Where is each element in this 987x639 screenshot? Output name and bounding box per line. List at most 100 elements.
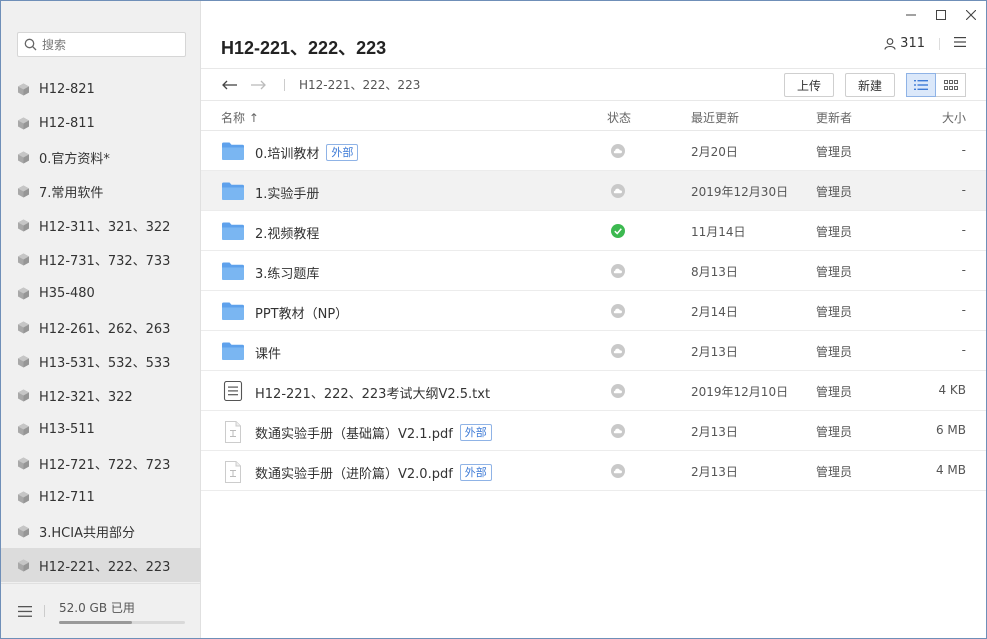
updater: 管理员 (816, 225, 853, 239)
sidebar-item[interactable]: H12-811 (1, 106, 201, 140)
sidebar-item-label: H12-731、732、733 (39, 253, 171, 269)
sidebar-item[interactable]: H12-221、222、223 (1, 548, 201, 582)
file-size: - (961, 303, 966, 317)
updated-date: 2月13日 (691, 425, 738, 439)
sidebar-item[interactable]: H12-321、322 (1, 378, 201, 412)
updated-date: 8月13日 (691, 265, 738, 279)
library-icon (17, 83, 30, 96)
sidebar: 搜索 H12-821 H12-811 0.官方资料* 7.常用软件 H12-311、32… (1, 1, 201, 638)
table-row[interactable]: PPT教材（NP） 2月14日 管理员 - (201, 291, 986, 331)
file-size: - (961, 183, 966, 197)
pdf-file-icon (221, 421, 245, 443)
maximize-icon[interactable] (926, 1, 956, 29)
sidebar-item[interactable]: H12-311、321、322 (1, 208, 201, 242)
file-size: 6 MB (935, 423, 966, 437)
table-row[interactable]: 2.视频教程 11月14日 管理员 - (201, 211, 986, 251)
table-row[interactable]: 3.练习题库 8月13日 管理员 - (201, 251, 986, 291)
cloud-icon (611, 144, 625, 158)
table-row[interactable]: 数通实验手册（进阶篇）V2.0.pdf 外部 2月13日 管理员 4 MB (201, 451, 986, 491)
person-icon (884, 37, 896, 50)
file-name: PPT教材（NP） (255, 303, 348, 322)
sidebar-item[interactable]: 0.官方资料* (1, 140, 201, 174)
sidebar-item[interactable]: H12-261、262、263 (1, 310, 201, 344)
updated-date: 2月20日 (691, 145, 738, 159)
updated-date: 2月13日 (691, 465, 738, 479)
file-name: 1.实验手册 (255, 183, 319, 202)
sidebar-item[interactable]: 3.HCIA共用部分 (1, 514, 201, 548)
file-name: 0.培训教材 外部 (255, 143, 359, 162)
breadcrumb-divider (284, 78, 285, 91)
library-icon (17, 355, 30, 368)
column-name[interactable]: 名称 ↑ (221, 109, 259, 126)
table-row[interactable]: 课件 2月13日 管理员 - (201, 331, 986, 371)
table-row[interactable]: H12-221、222、223考试大纲V2.5.txt 2019年12月10日 管理… (201, 371, 986, 411)
file-name-text: 0.培训教材 (255, 147, 320, 162)
file-name-text: 2.视频教程 (255, 227, 320, 242)
table-row[interactable]: 数通实验手册（基础篇）V2.1.pdf 外部 2月13日 管理员 6 MB (201, 411, 986, 451)
column-header: 名称 ↑ 状态 最近更新 更新者 大小 (201, 101, 986, 131)
sidebar-item-label: 7.常用软件 (39, 185, 104, 201)
column-updated[interactable]: 最近更新 (691, 109, 739, 126)
updater: 管理员 (816, 265, 853, 279)
storage-usage: 52.0 GB 已用 (59, 599, 185, 624)
window-controls (896, 1, 986, 29)
library-icon (17, 253, 30, 266)
forward-arrow-icon[interactable] (250, 77, 266, 93)
breadcrumb[interactable]: H12-221、222、223 (299, 76, 420, 93)
main-panel: H12-221、222、223 311 H12-221、222、223 上传 新… (201, 1, 986, 638)
new-button[interactable]: 新建 (844, 73, 895, 97)
file-name: 3.练习题库 (255, 263, 319, 282)
file-name: H12-221、222、223考试大纲V2.5.txt (255, 383, 490, 402)
cloud-icon (611, 424, 625, 438)
footer-divider (44, 605, 45, 617)
search-placeholder: 搜索 (42, 38, 67, 52)
table-row[interactable]: 0.培训教材 外部 2月20日 管理员 - (201, 131, 986, 171)
grid-view-icon[interactable] (936, 73, 966, 97)
sidebar-item[interactable]: H35-480 (1, 276, 201, 310)
list-view-icon[interactable] (906, 73, 936, 97)
member-count: 311 (900, 36, 925, 51)
file-size: - (961, 263, 966, 277)
cloud-icon (611, 464, 625, 478)
sidebar-item[interactable]: 7.常用软件 (1, 174, 201, 208)
search-input[interactable]: 搜索 (17, 32, 186, 57)
sidebar-item[interactable]: H12-721、722、723 (1, 446, 201, 480)
storage-bar (59, 620, 185, 624)
header-actions: 311 (884, 36, 966, 51)
sidebar-item-label: H12-261、262、263 (39, 321, 171, 337)
column-size[interactable]: 大小 (942, 109, 966, 126)
file-name: 2.视频教程 (255, 223, 319, 242)
sidebar-item[interactable]: H13-511 (1, 412, 201, 446)
file-name: 课件 (255, 343, 281, 362)
members-button[interactable]: 311 (884, 36, 925, 51)
close-icon[interactable] (956, 1, 986, 29)
updater: 管理员 (816, 465, 853, 479)
folder-icon (221, 341, 245, 361)
library-icon (17, 423, 30, 436)
updater: 管理员 (816, 425, 853, 439)
library-icon (17, 151, 30, 164)
sidebar-item[interactable]: H13-531、532、533 (1, 344, 201, 378)
file-size: - (961, 343, 966, 357)
sidebar-item-label: H35-480 (39, 285, 95, 301)
column-updater[interactable]: 更新者 (816, 109, 852, 126)
updater: 管理员 (816, 385, 853, 399)
upload-button[interactable]: 上传 (783, 73, 834, 97)
menu-icon[interactable] (18, 605, 34, 617)
file-list: 0.培训教材 外部 2月20日 管理员 -1.实验手册 2019年12月30日 管理员 -2.… (201, 131, 986, 491)
updater: 管理员 (816, 145, 853, 159)
file-name-text: 数通实验手册（进阶篇）V2.0.pdf (255, 467, 453, 482)
table-row[interactable]: 1.实验手册 2019年12月30日 管理员 - (201, 171, 986, 211)
back-arrow-icon[interactable] (221, 77, 237, 93)
column-status[interactable]: 状态 (607, 109, 631, 126)
header-divider (939, 37, 940, 50)
sidebar-item-label: H12-811 (39, 115, 95, 131)
more-menu-icon[interactable] (954, 36, 966, 51)
sidebar-item[interactable]: H12-711 (1, 480, 201, 514)
sidebar-item[interactable]: H12-821 (1, 72, 201, 106)
file-name: 数通实验手册（基础篇）V2.1.pdf 外部 (255, 423, 492, 442)
external-badge: 外部 (459, 424, 492, 441)
sidebar-item-label: 3.HCIA共用部分 (39, 525, 135, 541)
sidebar-item[interactable]: H12-731、732、733 (1, 242, 201, 276)
minimize-icon[interactable] (896, 1, 926, 29)
